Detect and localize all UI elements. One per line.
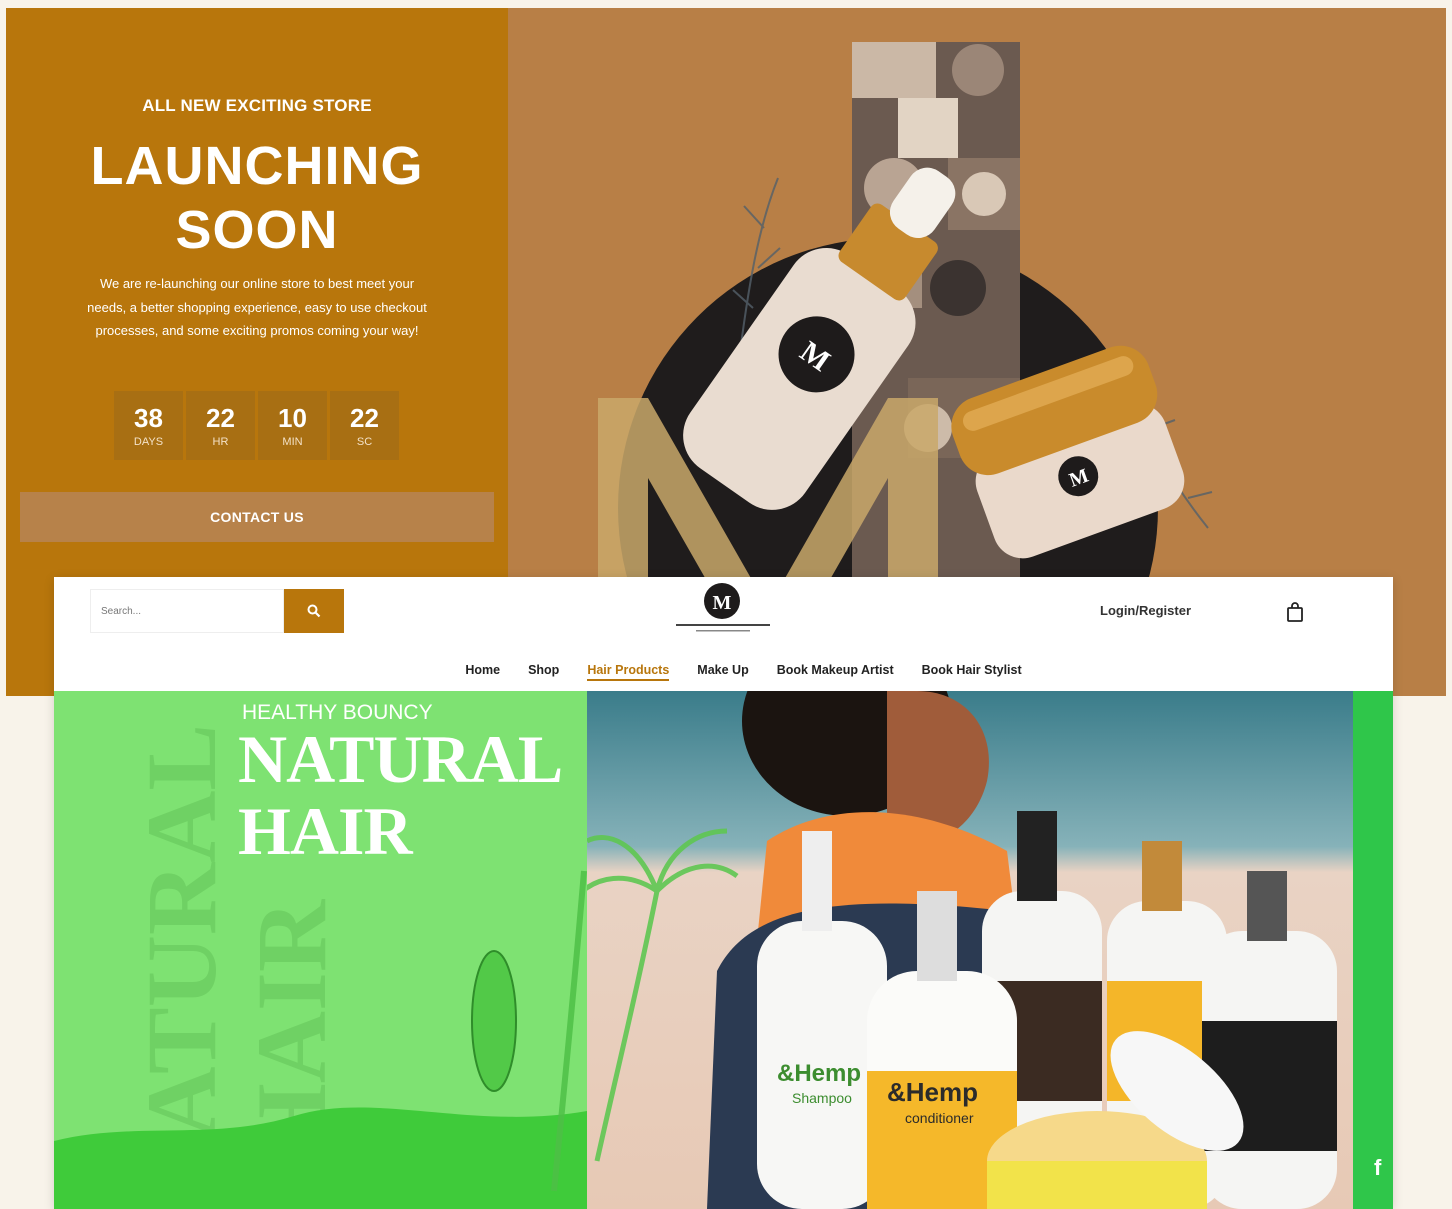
- launch-title-line1: LAUNCHING: [90, 136, 424, 196]
- countdown-hours: 22 HR: [186, 391, 255, 460]
- search-bar: [90, 589, 344, 633]
- hero-title: NATURAL HAIR: [238, 721, 563, 869]
- svg-text:M: M: [713, 592, 732, 614]
- search-button[interactable]: [284, 589, 344, 633]
- nav-shop[interactable]: Shop: [528, 663, 559, 681]
- bottle-conditioner-label: conditioner: [905, 1110, 974, 1126]
- countdown-days: 38 DAYS: [114, 391, 183, 460]
- countdown-label: DAYS: [133, 435, 164, 448]
- countdown-value: 22: [206, 402, 235, 433]
- nav-home[interactable]: Home: [465, 663, 500, 681]
- countdown-label: SC: [356, 435, 373, 448]
- site-header: M Login/Register Home Shop Hair Products…: [54, 577, 1393, 691]
- countdown-minutes: 10 MIN: [258, 391, 327, 460]
- main-navigation: Home Shop Hair Products Make Up Book Mak…: [54, 663, 1393, 681]
- search-input[interactable]: [90, 589, 284, 633]
- countdown-value: 22: [350, 402, 379, 433]
- nav-hair-products[interactable]: Hair Products: [587, 663, 670, 681]
- launch-eyebrow: ALL NEW EXCITING STORE: [142, 96, 372, 115]
- launch-title-line2: SOON: [175, 200, 339, 260]
- countdown-value: 10: [278, 402, 307, 433]
- contact-us-button[interactable]: CONTACT US: [20, 492, 494, 542]
- brand-logo[interactable]: M: [674, 581, 774, 635]
- hemp-products-photo: &Hemp Shampoo &Hemp conditioner: [587, 691, 1393, 1209]
- facebook-icon[interactable]: f: [1374, 1155, 1381, 1181]
- nav-book-hair-stylist[interactable]: Book Hair Stylist: [922, 663, 1022, 681]
- search-icon: [307, 604, 321, 618]
- login-register-link[interactable]: Login/Register: [1100, 603, 1191, 618]
- bottle-shampoo-label: Shampoo: [792, 1090, 852, 1106]
- hero-title-line1: NATURAL: [238, 721, 563, 797]
- hero-text-panel: NATURAL HAIR HEALTHY BOUNCY NATURAL HAIR: [54, 691, 587, 1209]
- countdown-timer: 38 DAYS 22 HR 10 MIN 22 SC: [114, 391, 399, 460]
- bottle-brand-text: &Hemp: [887, 1077, 978, 1107]
- hero-banner: NATURAL HAIR HEALTHY BOUNCY NATURAL HAIR: [54, 691, 1393, 1209]
- countdown-seconds: 22 SC: [330, 391, 399, 460]
- bottle-brand-text: &Hemp: [777, 1060, 861, 1087]
- countdown-value: 38: [134, 402, 163, 433]
- shopping-bag-icon[interactable]: [1286, 601, 1304, 623]
- hero-title-line2: HAIR: [238, 793, 413, 869]
- launch-title: LAUNCHING SOON: [6, 134, 508, 262]
- launch-description: We are re-launching our online store to …: [87, 276, 427, 338]
- countdown-label: MIN: [282, 435, 303, 448]
- nav-make-up[interactable]: Make Up: [697, 663, 748, 681]
- store-homepage: M Login/Register Home Shop Hair Products…: [54, 577, 1393, 1209]
- countdown-label: HR: [212, 435, 229, 448]
- nav-book-makeup-artist[interactable]: Book Makeup Artist: [777, 663, 894, 681]
